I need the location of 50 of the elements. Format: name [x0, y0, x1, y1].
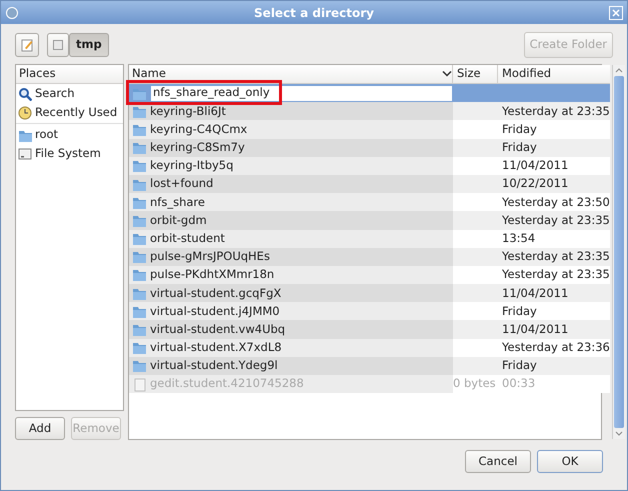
places-item[interactable]: root	[16, 125, 123, 144]
file-modified: 11/04/2011	[502, 286, 568, 300]
scrollbar-thumb[interactable]	[614, 76, 624, 428]
clock-icon	[18, 106, 32, 120]
folder-icon	[132, 249, 147, 264]
pencil-icon	[20, 38, 34, 52]
file-modified: Yesterday at 23:35	[502, 249, 610, 264]
file-modified: Friday	[502, 304, 537, 318]
file-modified: Friday	[502, 140, 537, 154]
file-modified: Yesterday at 23:35	[502, 212, 610, 227]
places-item[interactable]: Recently Used	[16, 103, 123, 122]
file-modified: Yesterday at 23:36	[502, 340, 610, 354]
column-header[interactable]: Size	[457, 66, 481, 80]
file-modified: Yesterday at 23:35	[502, 267, 610, 282]
file-name[interactable]: orbit-gdm	[150, 212, 207, 230]
file-modified: Friday	[502, 358, 537, 372]
file-modified: Friday	[502, 122, 537, 136]
file-name[interactable]: nfs_share	[150, 194, 205, 211]
file-modified: 10/22/2011	[502, 176, 568, 190]
places-button[interactable]: Add	[15, 417, 65, 440]
sort-icon	[442, 70, 452, 78]
edit-location-button[interactable]	[15, 33, 39, 57]
places-item[interactable]: File System	[16, 144, 123, 163]
file-modified: 11/04/2011	[502, 158, 568, 172]
folder-icon	[132, 322, 147, 338]
folder-icon	[132, 231, 147, 246]
folder-icon	[132, 158, 147, 174]
file-size: 0 bytes	[453, 376, 496, 390]
file-modified: 13:54	[502, 230, 536, 245]
app-icon	[5, 6, 19, 20]
folder-icon	[132, 267, 147, 282]
folder-icon	[132, 340, 147, 356]
folder-icon	[132, 140, 147, 156]
places-item[interactable]: Search	[16, 84, 123, 103]
column-header[interactable]: Modified	[502, 66, 552, 80]
close-icon	[609, 6, 623, 20]
dialog-button[interactable]: Cancel	[465, 450, 531, 473]
column-header[interactable]: Name	[132, 65, 166, 83]
file-name[interactable]: lost+found	[150, 175, 214, 193]
dialog-button[interactable]: OK	[537, 450, 603, 473]
search-icon	[18, 86, 32, 100]
window-title: Select a directory	[253, 4, 375, 22]
file-modified: Yesterday at 23:50	[502, 194, 610, 209]
path-scroll-button[interactable]	[47, 33, 69, 57]
file-modified: 11/04/2011	[502, 322, 568, 336]
file-modified: Yesterday at 23:35	[502, 104, 610, 118]
folder-icon	[132, 358, 147, 374]
path-button[interactable]: tmp	[69, 33, 109, 57]
rename-field[interactable]: nfs_share_read_only	[150, 84, 453, 102]
file-modified: 00:33	[502, 376, 536, 390]
